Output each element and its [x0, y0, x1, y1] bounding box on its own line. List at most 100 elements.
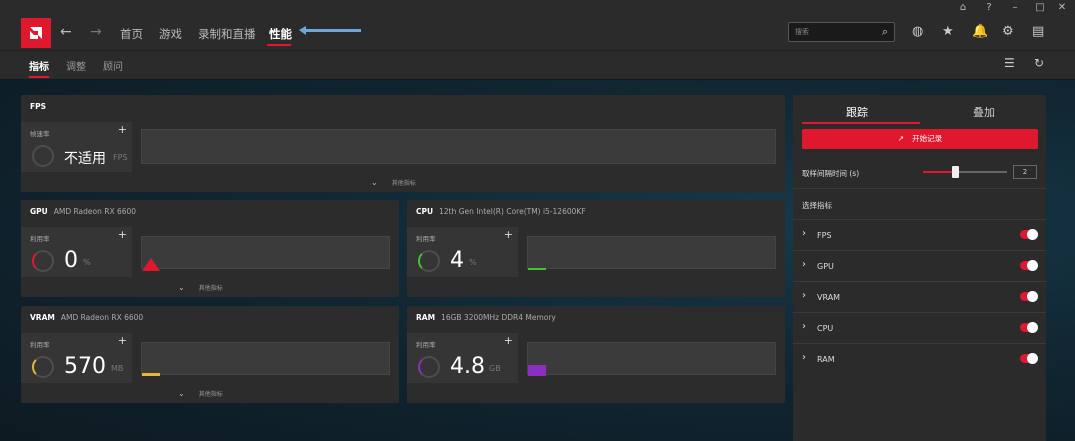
nav-item-home[interactable]: 首页 [120, 26, 143, 42]
cpu-graph-mark [528, 268, 546, 270]
metric-row-ram[interactable]: › RAM [793, 343, 1046, 374]
fps-value: 不适用 [64, 151, 106, 167]
forward-icon[interactable]: → [90, 24, 102, 40]
close-button[interactable]: ✕ [1049, 0, 1075, 16]
vram-toggle[interactable] [1020, 291, 1038, 302]
chevron-right-icon[interactable]: › [802, 352, 806, 363]
ram-panel-title: RAM 16GB 3200MHz DDR4 Memory [416, 313, 556, 322]
cpu-name: 12th Gen Intel(R) Core(TM) i5-12600KF [439, 207, 586, 216]
minimize-button[interactable]: – [1002, 0, 1028, 16]
help-icon[interactable]: ? [976, 0, 1002, 16]
ram-card-label: 利用率 [416, 341, 436, 349]
gpu-graph-mark [142, 258, 160, 271]
bell-icon[interactable]: 🔔 [972, 24, 988, 39]
gpu-card-label: 利用率 [30, 235, 50, 243]
fps-graph [141, 129, 776, 164]
ram-toggle[interactable] [1020, 353, 1038, 364]
fps-toggle[interactable] [1020, 229, 1038, 240]
metric-label: VRAM [817, 293, 841, 302]
cpu-panel-title: CPU 12th Gen Intel(R) Core(TM) i5-12600KF [416, 207, 586, 216]
annotation-arrow [299, 26, 361, 35]
fps-add-icon[interactable]: + [118, 123, 127, 136]
sampling-interval-slider[interactable] [923, 166, 1007, 178]
ram-unit: GB [489, 364, 501, 373]
amd-logo[interactable] [21, 18, 51, 48]
vram-name: AMD Radeon RX 6600 [60, 313, 144, 322]
metric-row-gpu[interactable]: › GPU [793, 250, 1046, 281]
sidebar-toggle-icon[interactable]: ▤ [1032, 24, 1044, 39]
slider-handle[interactable] [952, 166, 959, 178]
sampling-interval-input[interactable]: 2 [1013, 165, 1037, 179]
metric-row-fps[interactable]: › FPS [793, 219, 1046, 250]
vram-more-metrics[interactable]: ⌄ 其他指标 [178, 389, 223, 398]
cpu-gauge [418, 250, 440, 272]
fps-card: 帧速率 + 不适用 FPS [21, 122, 132, 172]
gpu-value: 0 [64, 248, 78, 273]
back-icon[interactable]: ← [60, 24, 72, 40]
reset-icon[interactable]: ↻ [1034, 56, 1044, 70]
chevron-down-icon: ⌄ [178, 283, 185, 292]
gpu-gauge [32, 250, 54, 272]
chevron-right-icon[interactable]: › [802, 259, 806, 270]
nav-item-games[interactable]: 游戏 [159, 26, 182, 42]
select-metrics-label: 选择指标 [802, 201, 832, 210]
gpu-more-metrics[interactable]: ⌄ 其他指标 [178, 283, 223, 292]
metric-row-cpu[interactable]: › CPU [793, 312, 1046, 343]
gpu-toggle[interactable] [1020, 260, 1038, 271]
cpu-toggle[interactable] [1020, 322, 1038, 333]
fps-panel: FPS 帧速率 + 不适用 FPS ⌄ 其他指标 [21, 95, 785, 192]
nav-item-record-stream[interactable]: 录制和直播 [198, 26, 256, 42]
sub-nav: 指标 调整 顾问 ☰ ↻ [0, 50, 1075, 79]
ram-add-icon[interactable]: + [504, 334, 513, 347]
chevron-right-icon[interactable]: › [802, 321, 806, 332]
star-icon[interactable]: ★ [942, 24, 954, 39]
ram-graph-mark [528, 365, 546, 376]
vram-panel-title: VRAM AMD Radeon RX 6600 [30, 313, 144, 322]
metric-row-vram[interactable]: › VRAM [793, 281, 1046, 312]
tab-advisor[interactable]: 顾问 [103, 58, 123, 73]
search-box[interactable]: 搜索 ⌕ [788, 22, 895, 42]
tab-overlay[interactable]: 叠加 [973, 104, 995, 120]
tab-active-indicator [29, 76, 49, 78]
gear-icon[interactable]: ⚙ [1002, 24, 1014, 39]
slider-fill [923, 171, 955, 173]
metric-label: RAM [817, 355, 835, 364]
ram-name: 16GB 3200MHz DDR4 Memory [441, 313, 556, 322]
chevron-right-icon[interactable]: › [802, 228, 806, 239]
gpu-add-icon[interactable]: + [118, 228, 127, 241]
home-icon[interactable]: ⌂ [950, 0, 976, 16]
vram-card-label: 利用率 [30, 341, 50, 349]
gpu-card: 利用率 + 0 % [21, 227, 132, 277]
main-nav: ← → 首页 游戏 录制和直播 性能 搜索 ⌕ ◍ ★ 🔔 ⚙ ▤ [0, 16, 1075, 50]
sampling-interval-label: 取样间隔时间 (s) [802, 169, 860, 178]
fps-more-metrics[interactable]: ⌄ 其他指标 [371, 178, 416, 187]
search-icon[interactable]: ⌕ [882, 25, 888, 39]
ram-panel: RAM 16GB 3200MHz DDR4 Memory 利用率 + 4.8 GB [407, 306, 785, 403]
fps-panel-title: FPS [30, 102, 47, 111]
vram-panel: VRAM AMD Radeon RX 6600 利用率 + 570 MB ⌄ 其他指… [21, 306, 399, 403]
start-recording-button[interactable]: ↗ 开始记录 [802, 129, 1038, 149]
cpu-add-icon[interactable]: + [504, 228, 513, 241]
gpu-unit: % [83, 258, 91, 267]
list-view-icon[interactable]: ☰ [1004, 56, 1015, 70]
select-metrics-row: 选择指标 [793, 188, 1046, 219]
gpu-name: AMD Radeon RX 6600 [53, 207, 137, 216]
cpu-card-label: 利用率 [416, 235, 436, 243]
tab-tuning[interactable]: 调整 [66, 58, 86, 73]
fps-gauge [32, 145, 54, 167]
chevron-right-icon[interactable]: › [802, 290, 806, 301]
nav-item-performance[interactable]: 性能 [269, 26, 292, 42]
vram-add-icon[interactable]: + [118, 334, 127, 347]
gpu-panel-title: GPU AMD Radeon RX 6600 [30, 207, 137, 216]
metric-label: FPS [817, 231, 832, 240]
cpu-unit: % [469, 258, 477, 267]
cpu-graph [527, 236, 776, 270]
fps-card-label: 帧速率 [30, 130, 50, 138]
amd-logo-icon [30, 27, 42, 39]
cpu-value: 4 [450, 248, 464, 273]
vram-unit: MB [111, 364, 124, 373]
tab-tracking[interactable]: 跟踪 [846, 104, 868, 120]
globe-icon[interactable]: ◍ [912, 24, 923, 39]
vram-graph [141, 342, 390, 376]
tab-metrics[interactable]: 指标 [29, 58, 49, 73]
